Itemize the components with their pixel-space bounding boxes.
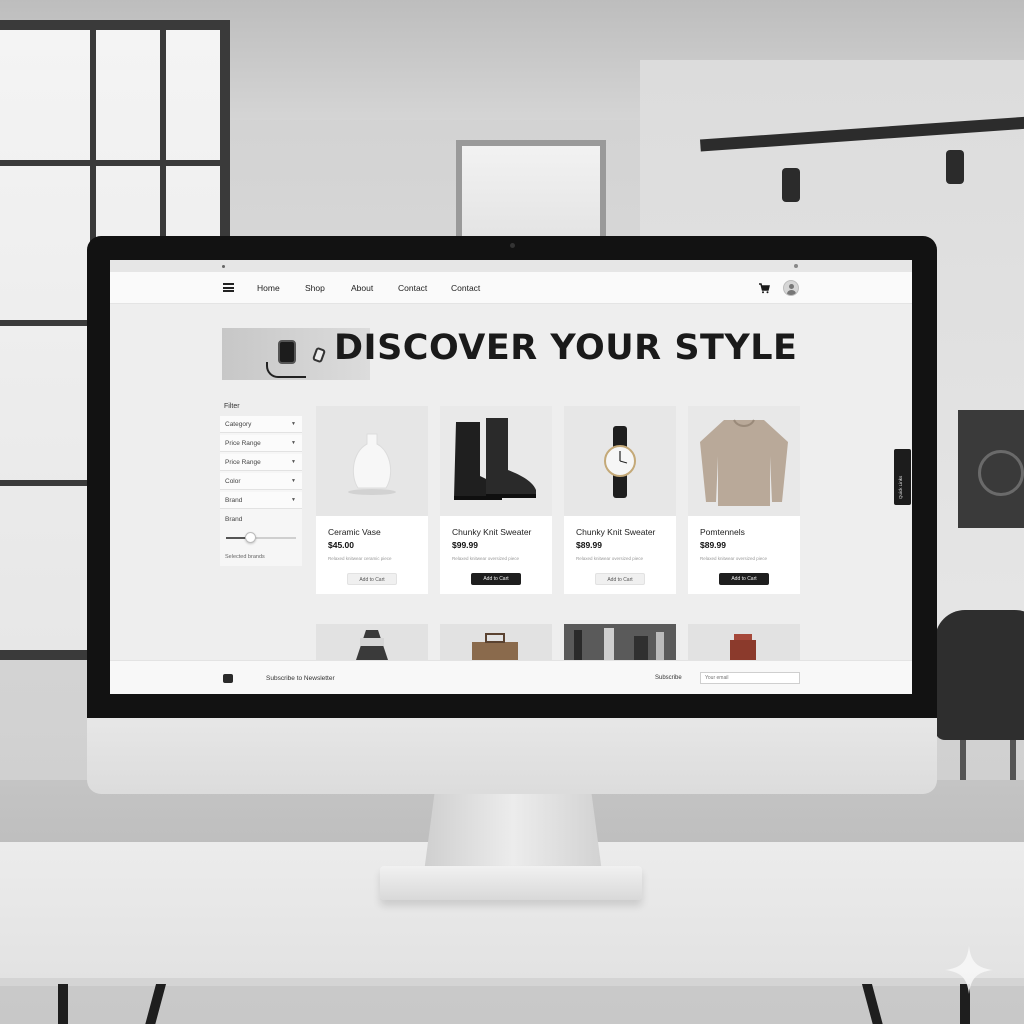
home-icon[interactable] xyxy=(223,674,233,683)
newsletter-text: Subscribe to Newsletter xyxy=(266,675,335,682)
wall-artwork xyxy=(958,410,1024,528)
product-description: Relaxed knitwear oversized piece xyxy=(576,556,644,561)
product-card-preview[interactable] xyxy=(440,624,552,660)
add-to-cart-button[interactable]: Add to Cart xyxy=(471,573,521,585)
product-price: $89.99 xyxy=(576,540,602,550)
product-name: Pomtennels xyxy=(700,527,745,537)
product-card-preview[interactable] xyxy=(564,624,676,660)
monitor-stand xyxy=(424,792,602,872)
product-image xyxy=(564,406,676,516)
menu-icon[interactable] xyxy=(223,283,234,292)
vase-image xyxy=(348,433,396,495)
filter-heading: Filter xyxy=(224,403,240,410)
spotlight xyxy=(782,168,800,202)
filter-price-range[interactable]: Price Range ▼ xyxy=(220,435,302,452)
product-card[interactable]: Pomtennels $89.99 Relaxed knitwear overs… xyxy=(688,406,800,594)
chevron-down-icon: ▼ xyxy=(291,497,296,503)
product-name: Chunky Knit Sweater xyxy=(576,527,656,537)
nav-contact[interactable]: Contact xyxy=(398,283,427,293)
product-price: $89.99 xyxy=(700,540,726,550)
product-card[interactable]: Chunky Knit Sweater $89.99 Relaxed knitw… xyxy=(564,406,676,594)
sparkle-icon xyxy=(945,946,993,994)
add-to-cart-button[interactable]: Add to Cart xyxy=(595,573,645,585)
product-price: $45.00 xyxy=(328,540,354,550)
product-description: Relaxed knitwear oversized piece xyxy=(452,556,520,561)
desk-leg xyxy=(861,984,889,1024)
top-strip xyxy=(110,260,912,272)
brand-slider[interactable] xyxy=(226,537,296,539)
footer: Subscribe to Newsletter Subscribe xyxy=(110,660,912,694)
filter-category[interactable]: Category ▼ xyxy=(220,416,302,433)
product-card-preview[interactable] xyxy=(316,624,428,660)
product-card-preview[interactable] xyxy=(688,624,800,660)
slider-thumb[interactable] xyxy=(245,532,256,543)
nav-shop[interactable]: Shop xyxy=(305,283,325,293)
monitor-chin xyxy=(87,716,937,794)
product-card[interactable]: Ceramic Vase $45.00 Relaxed knitwear cer… xyxy=(316,406,428,594)
filter-panel: Category ▼ Price Range ▼ Price Range ▼ Colo… xyxy=(220,416,302,566)
filter-color[interactable]: Color ▼ xyxy=(220,473,302,490)
filter-price-range-2[interactable]: Price Range ▼ xyxy=(220,454,302,471)
product-description: Relaxed knitwear oversized piece xyxy=(700,556,768,561)
spotlight xyxy=(946,150,964,184)
boots-image xyxy=(454,418,536,500)
product-description: Relaxed knitwear ceramic piece xyxy=(328,556,392,561)
product-image xyxy=(688,406,800,516)
side-tab[interactable]: Quick Links xyxy=(894,449,911,505)
product-name: Ceramic Vase xyxy=(328,527,381,537)
cart-icon[interactable] xyxy=(758,282,770,294)
watch-image xyxy=(604,426,636,498)
desk-leg xyxy=(58,984,68,1024)
brand-label: Brand xyxy=(225,516,243,523)
user-avatar[interactable] xyxy=(783,280,799,296)
back-window xyxy=(456,140,606,250)
monitor-base xyxy=(380,866,642,900)
filter-brand[interactable]: Brand ▼ xyxy=(220,492,302,509)
product-image xyxy=(316,406,428,516)
chevron-down-icon: ▼ xyxy=(291,421,296,427)
product-card[interactable]: Chunky Knit Sweater $99.99 Relaxed knitw… xyxy=(440,406,552,594)
product-name: Chunky Knit Sweater xyxy=(452,527,532,537)
navbar: Home Shop About Contact Contact xyxy=(110,272,912,304)
desk-leg xyxy=(139,984,167,1024)
nav-about[interactable]: About xyxy=(351,283,373,293)
add-to-cart-button[interactable]: Add to Cart xyxy=(719,573,769,585)
nav-home[interactable]: Home xyxy=(257,283,280,293)
office-chair xyxy=(935,610,1024,740)
chevron-down-icon: ▼ xyxy=(291,478,296,484)
subscribe-label: Subscribe xyxy=(655,675,682,681)
product-price: $99.99 xyxy=(452,540,478,550)
nav-contact-2[interactable]: Contact xyxy=(451,283,480,293)
hero-title: DISCOVER YOUR STYLE xyxy=(334,328,798,368)
sweater-image xyxy=(700,419,788,506)
selected-brands-label: Selected brands xyxy=(225,554,265,560)
website-screen: Home Shop About Contact Contact DISCOVER… xyxy=(110,260,912,694)
product-image xyxy=(440,406,552,516)
email-field[interactable] xyxy=(700,672,800,684)
add-to-cart-button[interactable]: Add to Cart xyxy=(347,573,397,585)
chevron-down-icon: ▼ xyxy=(291,440,296,446)
chevron-down-icon: ▼ xyxy=(291,459,296,465)
webcam xyxy=(510,243,515,248)
